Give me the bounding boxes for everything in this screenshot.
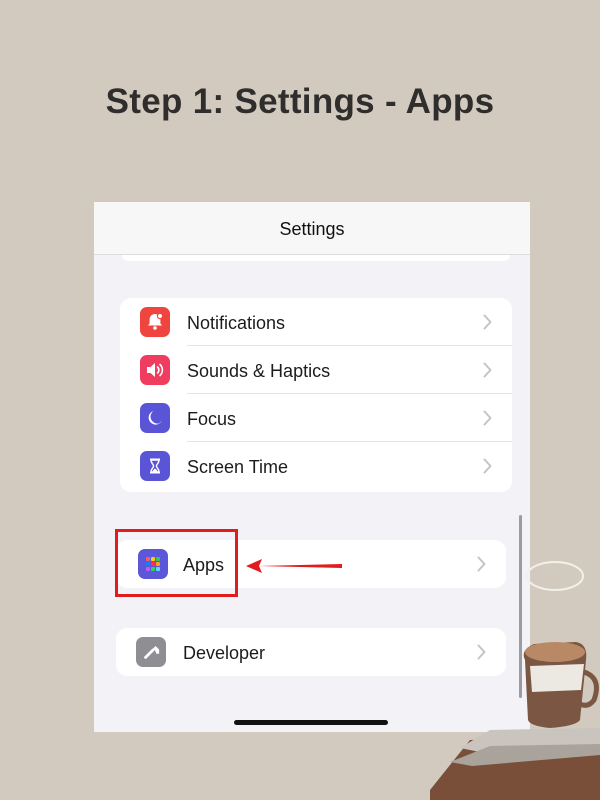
settings-row-screen-time[interactable]: Screen Time	[120, 442, 512, 490]
home-indicator[interactable]	[234, 720, 388, 725]
settings-group-1: Notifications Sounds & Haptics Focus Scr…	[120, 298, 512, 492]
chevron-right-icon	[483, 410, 492, 426]
nav-bar: Settings	[94, 202, 530, 255]
settings-row-notifications[interactable]: Notifications	[120, 298, 512, 346]
chevron-right-icon	[483, 362, 492, 378]
row-label: Screen Time	[187, 457, 289, 477]
hammer-icon	[136, 637, 166, 667]
settings-row-focus[interactable]: Focus	[120, 394, 512, 442]
apps-highlight-box	[115, 529, 238, 597]
row-label: Sounds & Haptics	[187, 361, 331, 381]
moon-icon	[140, 403, 170, 433]
previous-group-edge	[122, 255, 510, 261]
row-label: Notifications	[187, 313, 286, 333]
row-label: Developer	[183, 643, 266, 663]
coffee-cup-decoration	[430, 561, 600, 800]
nav-title: Settings	[279, 219, 345, 239]
chevron-right-icon	[483, 314, 492, 330]
settings-row-sounds-haptics[interactable]: Sounds & Haptics	[120, 346, 512, 394]
step-heading: Step 1: Settings - Apps	[105, 82, 495, 121]
notifications-bell-icon	[140, 307, 170, 337]
chevron-right-icon	[483, 458, 492, 474]
speaker-icon	[140, 355, 170, 385]
hourglass-icon	[140, 451, 170, 481]
row-label: Focus	[187, 409, 237, 429]
red-arrow-icon	[246, 559, 342, 573]
